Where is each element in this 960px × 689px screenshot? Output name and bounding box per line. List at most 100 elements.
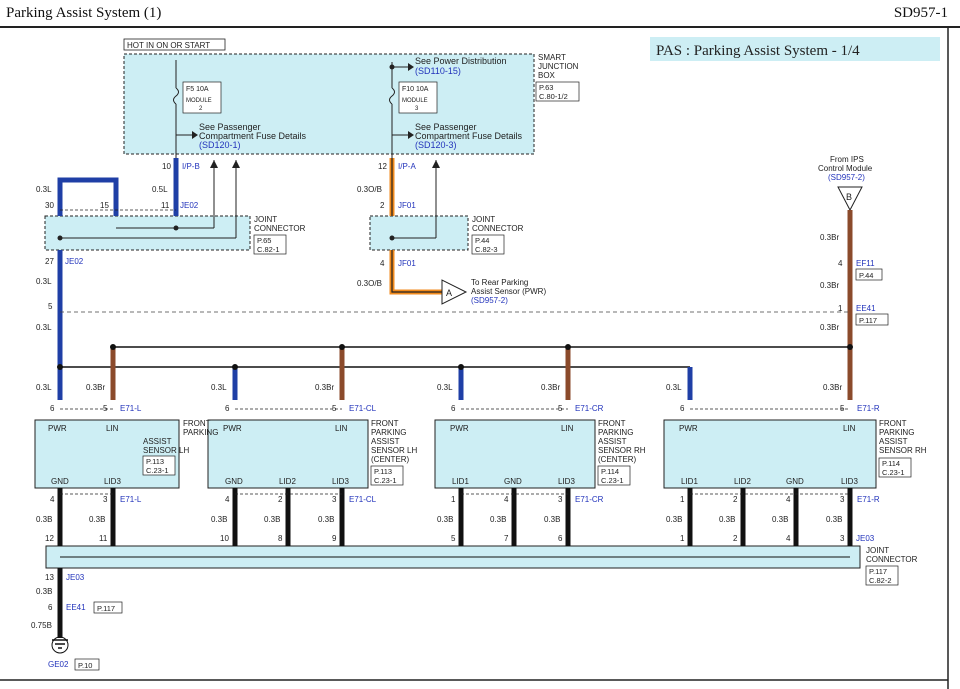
lc-term-lid2: LID2 (279, 477, 296, 486)
fuse2-module: MODULE (402, 98, 428, 104)
sensor-lc-ref-1: P.113 (374, 467, 392, 476)
ground-icon (52, 639, 68, 649)
gnd-wire-12: 0.3B (826, 515, 842, 524)
gnd-wire-8: 0.3B (544, 515, 560, 524)
jc-left-ref-2: C.82-1 (257, 245, 280, 254)
rc-pin-3: 3 (558, 495, 563, 504)
joint-connector-left (44, 215, 251, 251)
lc-term-lin: LIN (335, 424, 348, 433)
jc-bottom-ref-2: C.82-2 (869, 576, 892, 585)
sensor-lc-name-4: SENSOR LH (371, 446, 417, 455)
conn-je02-top: JE02 (180, 201, 199, 210)
pin-11-top: 11 (161, 201, 170, 210)
conn-ipa: I/P-A (398, 162, 416, 171)
conn-je02: JE02 (65, 257, 84, 266)
lh-pin-5: 5 (103, 404, 108, 413)
conn-jf01-bottom: JF01 (398, 259, 416, 268)
sensor-lh-name-2: PARKING (183, 428, 218, 437)
rh-pin-6: 6 (680, 404, 685, 413)
lc-pin-4: 4 (225, 495, 230, 504)
jc-left-splice1 (173, 225, 179, 231)
ips-line1: From IPS (830, 155, 864, 164)
lc-pin-3: 3 (332, 495, 337, 504)
conn-je03-right: JE03 (856, 534, 875, 543)
sensor-rc-ref-2: C.23-1 (601, 476, 624, 485)
ee41-bottom-ref: P.117 (97, 604, 115, 613)
jc-left-label-2: CONNECTOR (254, 224, 306, 233)
rh-lin-wire: 0.3Br (823, 383, 842, 392)
sensor-rh-name-4: SENSOR RH (879, 446, 927, 455)
sensor-rc-name-4: SENSOR RH (598, 446, 646, 455)
fuse2-name: F10 10A (402, 86, 429, 93)
wiring-diagram: PAS : Parking Assist System - 1/4 HOT IN… (0, 26, 960, 689)
conn-jf01-top: JF01 (398, 201, 416, 210)
jc-pin-9: 9 (332, 534, 337, 543)
gnd-wire-5: 0.3B (318, 515, 334, 524)
lh-term-gnd: GND (51, 477, 69, 486)
sensor-lh-ref-1: P.113 (146, 457, 164, 466)
sjb-label-3: BOX (538, 71, 556, 80)
jc-pin-5: 5 (451, 534, 456, 543)
conn-ee41-right: EE41 (856, 304, 876, 313)
rc-term-pwr: PWR (450, 424, 469, 433)
pin-30: 30 (45, 201, 54, 210)
sensor-rc-name-3: ASSIST (598, 437, 627, 446)
rc-term-lid1: LID1 (452, 477, 469, 486)
jc-mid-ref-1: P.44 (475, 236, 489, 245)
sensor-lh-name-4: SENSOR LH (143, 446, 189, 455)
rh-pin-5: 5 (840, 404, 845, 413)
rh-pin-2: 2 (733, 495, 738, 504)
sjb-ref-1: P.63 (539, 83, 553, 92)
pin-4-jf01: 4 (380, 259, 385, 268)
wire-jf01-orange (389, 250, 442, 295)
wire-03br-ips: 0.3Br (820, 233, 839, 242)
jc-pin-4: 4 (786, 534, 791, 543)
ips-marker-letter: B (846, 192, 852, 202)
jc-left-label-1: JOINT (254, 215, 277, 224)
wire-03br-ef11: 0.3Br (820, 281, 839, 290)
sjb-label-1: SMART (538, 53, 566, 62)
gnd-wire-1: 0.3B (36, 515, 52, 524)
rear-sensor-line2: Assist Sensor (PWR) (471, 287, 546, 296)
wire-03l-c: 0.3L (36, 323, 52, 332)
sensor-lh-ref-2: C.23-1 (146, 466, 169, 475)
sensor-lc-name-2: PARKING (371, 428, 406, 437)
conn-ef11: EF11 (856, 259, 875, 268)
gnd-wire-10: 0.3B (719, 515, 735, 524)
conn-ee41-bottom: EE41 (66, 603, 86, 612)
sjb-ref-2: C.80-1/2 (539, 92, 568, 101)
jc-bottom-label-2: CONNECTOR (866, 555, 918, 564)
sensor-rh-name-3: ASSIST (879, 437, 908, 446)
lh-pin-6: 6 (50, 404, 55, 413)
pin-27: 27 (45, 257, 54, 266)
lh-term-lid3: LID3 (104, 477, 121, 486)
rc-pin-1: 1 (451, 495, 456, 504)
conn-e71-cr-bottom: E71-CR (575, 495, 604, 504)
conn-e71-l-bottom: E71-L (120, 495, 142, 504)
lh-lin-wire: 0.3Br (86, 383, 105, 392)
lc-term-lid3: LID3 (332, 477, 349, 486)
banner-title: PAS : Parking Assist System - 1/4 (656, 43, 860, 59)
rear-sensor-ref: (SD957-2) (471, 296, 508, 305)
ips-ref: (SD957-2) (828, 173, 865, 182)
fuse1-name: F5 10A (186, 86, 209, 93)
wire-jf01-tracer (391, 250, 442, 293)
pin-12: 12 (378, 162, 387, 171)
gnd-wire-9: 0.3B (666, 515, 682, 524)
jc-pin-1: 1 (680, 534, 685, 543)
see-pass-2-ref: (SD120-3) (415, 140, 457, 150)
lh-pin-3: 3 (103, 495, 108, 504)
wire-05l: 0.5L (152, 185, 168, 194)
wire-03l-b: 0.3L (36, 277, 52, 286)
sensor-rc-name-2: PARKING (598, 428, 633, 437)
jc-pin-8: 8 (278, 534, 283, 543)
rc-lin-wire: 0.3Br (541, 383, 560, 392)
sensor-lh-name-3: ASSIST (143, 437, 172, 446)
fuse1-module: MODULE (186, 98, 212, 104)
see-pass-1-ref: (SD120-1) (199, 140, 241, 150)
wire-075b: 0.75B (31, 621, 52, 630)
conn-e71-cl-top: E71-CL (349, 404, 377, 413)
jc-mid-splice (389, 235, 395, 241)
sensor-lc-name-5: (CENTER) (371, 455, 410, 464)
gnd-wire-6: 0.3B (437, 515, 453, 524)
